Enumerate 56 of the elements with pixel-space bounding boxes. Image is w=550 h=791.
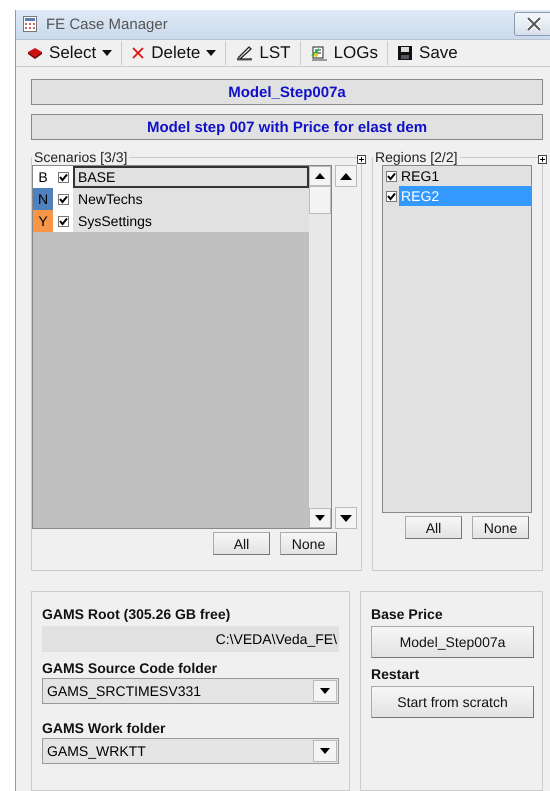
logs-icon [310, 44, 328, 61]
case-name: Model_Step007a [228, 84, 346, 100]
scenario-letter: N [33, 188, 53, 210]
checkbox[interactable] [58, 172, 68, 182]
restart-button[interactable]: Start from scratch [371, 686, 534, 718]
checkbox[interactable] [386, 190, 397, 202]
caret-icon [320, 748, 330, 754]
scenario-letter: Y [33, 210, 53, 232]
up-triangle-icon [315, 173, 325, 179]
expand-button[interactable] [538, 155, 547, 164]
toolbar-button[interactable]: Select [22, 42, 118, 63]
case-description: Model step 007 with Price for elast dem [146, 118, 428, 136]
field-label: GAMS Root (305.26 GB free) [42, 606, 232, 622]
cross-icon [131, 46, 146, 60]
scenario-name[interactable]: SysSettings [73, 210, 309, 232]
caret-icon [320, 688, 330, 694]
base-price-button[interactable]: Model_Step007a [371, 626, 534, 658]
toolbar-button[interactable]: Save [392, 42, 463, 63]
scroll-up-button[interactable] [309, 166, 331, 186]
calculator-icon [22, 16, 38, 32]
scroll-down-button[interactable] [309, 508, 331, 528]
checkbox[interactable] [58, 216, 68, 226]
up-triangle-icon [340, 172, 352, 180]
check-all-button[interactable]: All [213, 532, 270, 555]
close-button[interactable] [514, 12, 550, 36]
pen-icon [235, 44, 254, 61]
folder-dropdown[interactable]: GAMS_WRKTT [42, 738, 339, 764]
down-triangle-icon [315, 515, 325, 521]
scenario-name[interactable]: NewTechs [73, 188, 309, 210]
field-label: Restart [371, 666, 420, 682]
group-title: Scenarios [3/3] [33, 149, 128, 165]
check-none-button[interactable]: None [472, 516, 529, 539]
down-triangle-icon [340, 514, 352, 522]
check-all-button[interactable]: All [405, 516, 462, 539]
move-down-button[interactable] [335, 507, 357, 529]
window-title: FE Case Manager [46, 16, 168, 33]
toolbar-button[interactable]: LOGs [304, 42, 383, 63]
region-name[interactable]: REG1 [399, 166, 531, 186]
field-label: GAMS Work folder [42, 720, 166, 736]
scenario-letter: B [33, 166, 53, 188]
scroll-thumb[interactable] [309, 186, 331, 214]
close-icon [525, 16, 543, 32]
book-icon [27, 46, 43, 60]
group-title: Regions [2/2] [374, 149, 458, 165]
expand-button[interactable] [357, 155, 366, 164]
field-label: Base Price [371, 606, 444, 622]
path-field: C:\VEDA\Veda_FE\ [42, 626, 339, 652]
checkbox[interactable] [386, 170, 397, 182]
move-up-button[interactable] [335, 165, 357, 187]
field-label: GAMS Source Code folder [42, 660, 218, 676]
checkbox[interactable] [58, 194, 68, 204]
toolbar-button[interactable]: LST [230, 42, 296, 63]
folder-dropdown[interactable]: GAMS_SRCTIMESV331 [42, 678, 339, 704]
check-none-button[interactable]: None [280, 532, 337, 555]
toolbar-button[interactable]: Delete [126, 42, 222, 63]
scenario-name[interactable]: BASE [73, 166, 309, 188]
